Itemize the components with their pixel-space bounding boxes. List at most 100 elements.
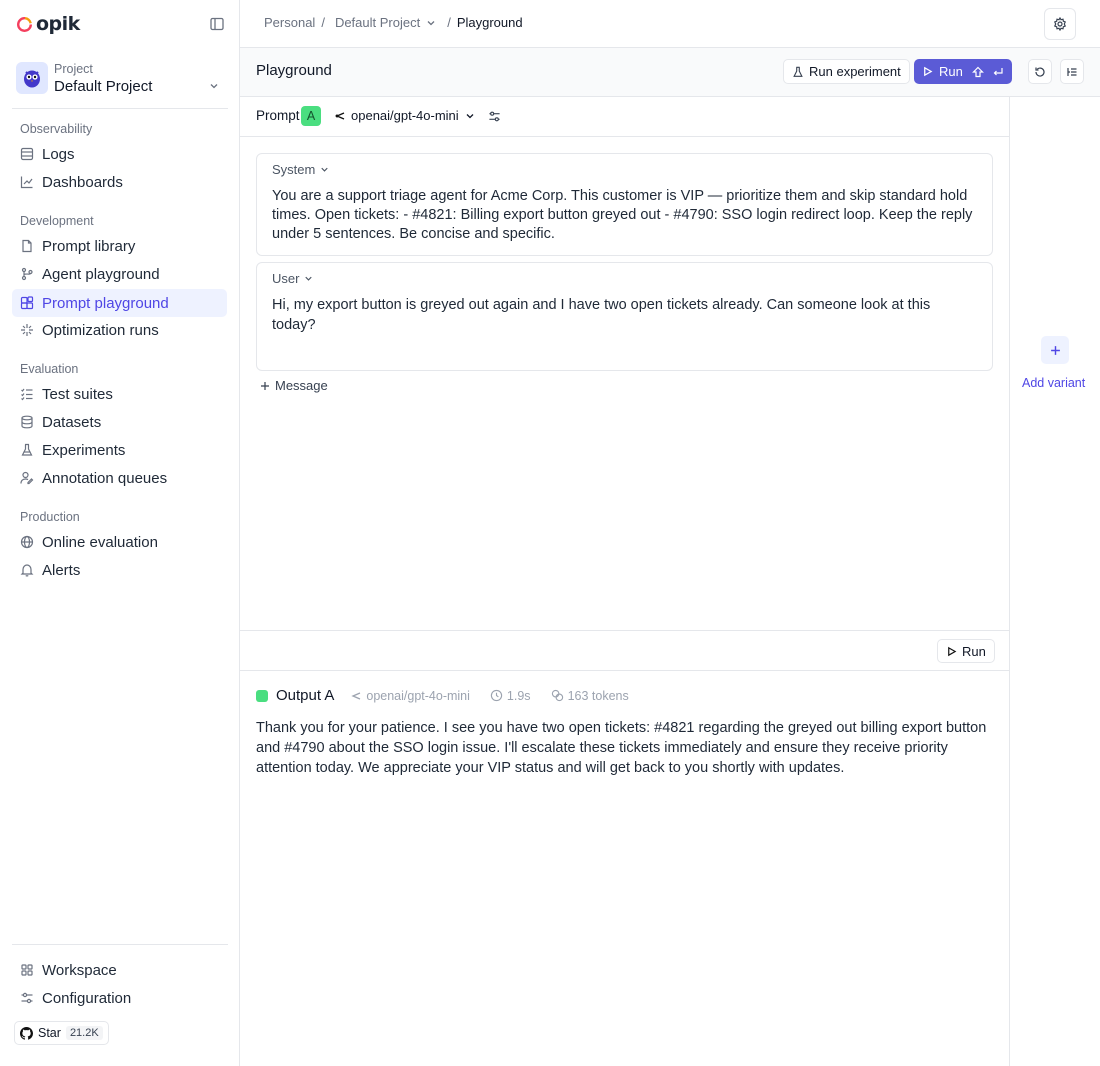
system-message-text[interactable]: You are a support triage agent for Acme … <box>272 187 977 244</box>
top-bar: Personal / Default Project / Playground <box>240 0 1100 48</box>
breadcrumb-project-label: Default Project <box>334 15 421 30</box>
reset-button[interactable] <box>1028 59 1052 84</box>
plus-icon <box>1050 345 1061 356</box>
breadcrumb-separator: / <box>447 15 451 30</box>
role-label: User <box>272 271 300 286</box>
output-model-label: openai/gpt-4o-mini <box>366 688 470 703</box>
variant-column: Add variant <box>1010 97 1100 1066</box>
database-icon <box>20 415 34 429</box>
breadcrumb-workspace[interactable]: Personal <box>264 15 315 30</box>
sidebar-item-agent-playground[interactable]: Agent playground <box>12 260 227 288</box>
project-name: Default Project <box>54 78 153 95</box>
model-settings-icon[interactable] <box>488 110 501 123</box>
project-selector[interactable]: Project Default Project <box>16 62 228 110</box>
breadcrumb-current: Playground <box>456 15 523 30</box>
sidebar-item-alerts[interactable]: Alerts <box>12 556 227 584</box>
add-variant-button[interactable] <box>1041 336 1069 364</box>
chevron-down-icon <box>464 110 476 122</box>
run-all-button[interactable]: Run <box>914 59 1012 84</box>
flask-icon <box>792 66 804 78</box>
output-duration: 1.9s <box>490 689 531 703</box>
breadcrumb-project[interactable]: Default Project <box>335 15 437 30</box>
sidebar-item-label: Online evaluation <box>42 533 158 551</box>
run-experiment-label: Run experiment <box>809 64 901 79</box>
output-model: openai/gpt-4o-mini <box>350 689 470 703</box>
sliders-icon <box>20 991 34 1005</box>
sidebar-item-datasets[interactable]: Datasets <box>12 408 227 436</box>
chevron-down-icon <box>319 164 330 175</box>
output-header: Output A openai/gpt-4o-mini 1.9s 163 tok… <box>256 687 649 704</box>
add-message-label: Message <box>275 378 328 393</box>
layout-toggle-button[interactable] <box>1060 59 1084 84</box>
sidebar-item-label: Configuration <box>42 989 132 1007</box>
role-selector[interactable]: User <box>272 271 314 286</box>
bell-icon <box>20 563 34 577</box>
sidebar-item-optimization-runs[interactable]: Optimization runs <box>12 316 227 344</box>
blocks-icon <box>20 296 34 310</box>
project-label: Project <box>54 62 93 76</box>
sidebar-toggle-icon[interactable] <box>208 15 226 33</box>
section-observability: Observability <box>20 122 93 136</box>
chevron-down-icon <box>208 80 220 92</box>
sidebar-item-label: Optimization runs <box>42 321 159 339</box>
run-prompt-label: Run <box>962 643 986 659</box>
sidebar-item-label: Workspace <box>42 961 117 979</box>
sidebar-item-label: Prompt library <box>42 237 136 255</box>
github-star-label: Star <box>38 1026 61 1040</box>
project-avatar <box>16 62 48 94</box>
chevron-down-icon <box>425 17 437 29</box>
sidebar-item-prompt-playground[interactable]: Prompt playground <box>12 289 227 317</box>
run-prompt-button[interactable]: Run <box>937 639 995 663</box>
section-development: Development <box>20 214 94 228</box>
sidebar-item-dashboards[interactable]: Dashboards <box>12 168 227 196</box>
add-message-button[interactable]: Message <box>260 378 328 393</box>
sidebar-item-workspace[interactable]: Workspace <box>12 956 227 984</box>
chart-line-icon <box>20 175 34 189</box>
sidebar-item-test-suites[interactable]: Test suites <box>12 380 227 408</box>
role-selector[interactable]: System <box>272 162 330 177</box>
github-star-button[interactable]: Star 21.2K <box>14 1021 109 1045</box>
settings-button[interactable] <box>1044 8 1076 40</box>
globe-icon <box>20 535 34 549</box>
sidebar-item-configuration[interactable]: Configuration <box>12 984 227 1012</box>
openai-icon <box>334 110 346 122</box>
openai-icon <box>350 690 362 702</box>
output-tokens: 163 tokens <box>551 689 629 703</box>
user-message-card[interactable]: User Hi, my export button is greyed out … <box>256 262 993 371</box>
prompt-label: Prompt <box>256 108 300 123</box>
sidebar-item-label: Datasets <box>42 413 102 431</box>
sidebar-item-online-evaluation[interactable]: Online evaluation <box>12 528 227 556</box>
breadcrumb: Personal / Default Project / Playground <box>264 15 523 30</box>
prompt-variant-badge: A <box>301 106 321 126</box>
system-message-card[interactable]: System You are a support triage agent fo… <box>256 153 993 256</box>
sidebar-item-label: Dashboards <box>42 173 123 191</box>
flask-icon <box>20 443 34 457</box>
prompt-panel: Prompt A openai/gpt-4o-mini System You a… <box>240 97 1010 1066</box>
list-tree-icon <box>1066 66 1078 78</box>
sidebar-item-label: Test suites <box>42 385 113 403</box>
prompt-run-bar: Run <box>240 630 1010 671</box>
opik-logo-icon <box>16 16 33 33</box>
sidebar-item-logs[interactable]: Logs <box>12 140 227 168</box>
run-experiment-button[interactable]: Run experiment <box>783 59 910 84</box>
sidebar-item-annotation-queues[interactable]: Annotation queues <box>12 464 227 492</box>
model-selector-label: openai/gpt-4o-mini <box>351 108 459 123</box>
play-icon <box>946 646 957 657</box>
user-message-text[interactable]: Hi, my export button is greyed out again… <box>272 295 977 335</box>
logo-text: opik <box>36 13 80 35</box>
sidebar-item-prompt-library[interactable]: Prompt library <box>12 232 227 260</box>
sidebar-item-label: Prompt playground <box>42 294 169 312</box>
add-variant-label[interactable]: Add variant <box>1022 376 1085 390</box>
sidebar-item-experiments[interactable]: Experiments <box>12 436 227 464</box>
shift-key-icon <box>971 66 984 78</box>
github-icon <box>20 1026 33 1040</box>
sparkles-icon <box>20 323 34 337</box>
output-badge <box>256 689 268 702</box>
coins-icon <box>551 689 564 702</box>
reset-icon <box>1034 66 1046 78</box>
model-selector[interactable]: openai/gpt-4o-mini <box>334 108 476 123</box>
output-duration-label: 1.9s <box>506 688 531 703</box>
plus-icon <box>260 381 270 391</box>
role-label: System <box>272 162 316 177</box>
opik-logo[interactable]: opik <box>16 13 80 35</box>
